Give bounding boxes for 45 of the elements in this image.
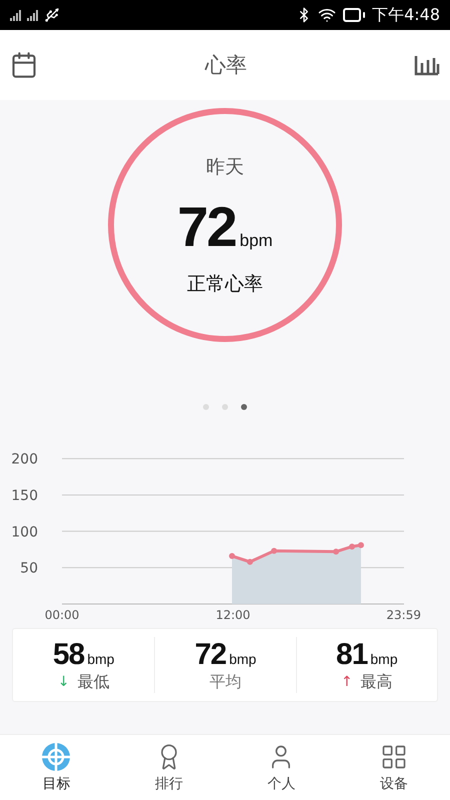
data-point <box>246 558 253 565</box>
data-point <box>333 548 340 555</box>
y-tick-label: 100 <box>11 524 38 540</box>
nav-tab[interactable]: 目标 <box>0 735 112 800</box>
bar-chart-icon[interactable] <box>414 54 440 76</box>
stat-label: 最低 <box>78 672 110 692</box>
y-tick-label: 50 <box>20 560 38 577</box>
calendar-icon[interactable] <box>10 51 38 79</box>
day-label: 昨天 <box>206 154 244 180</box>
nav-tab[interactable]: 排行 <box>112 735 225 800</box>
page-dot[interactable] <box>241 404 247 410</box>
data-point <box>271 548 278 554</box>
y-tick-label: 200 <box>11 452 38 468</box>
page-dot[interactable] <box>222 404 228 410</box>
data-point <box>229 553 235 560</box>
heart-rate-value: 72 <box>177 194 236 258</box>
x-tick-label: 12:00 <box>216 608 250 622</box>
data-point <box>358 542 364 548</box>
page-title: 心率 <box>205 52 247 79</box>
unit-label: bpm <box>240 230 273 250</box>
usb-icon <box>44 7 60 23</box>
page-dot[interactable] <box>203 404 209 410</box>
stat-value: 58 <box>52 638 84 672</box>
crosshair-icon <box>42 742 70 770</box>
nav-tab[interactable]: 个人 <box>225 735 338 800</box>
unit-label: bmp <box>229 650 256 666</box>
status-time: 下午4:48 <box>372 4 440 26</box>
stat-value: 81 <box>336 638 368 672</box>
y-tick-label: 150 <box>11 488 38 504</box>
wifi-icon <box>318 6 336 24</box>
unit-label: bmp <box>87 650 114 666</box>
status-label: 正常心率 <box>187 272 263 296</box>
x-tick-label: 00:00 <box>44 608 80 622</box>
arrow-icon: ↓ <box>58 674 70 690</box>
nav-tab[interactable]: 设备 <box>338 735 450 800</box>
signal-icon <box>27 10 38 20</box>
data-point <box>348 544 355 550</box>
stat-label: 平均 <box>209 672 242 692</box>
grid-icon <box>380 742 408 770</box>
x-tick-label: 23:59 <box>386 608 421 622</box>
unit-label: bmp <box>370 650 398 666</box>
stat-label: 最高 <box>360 672 393 692</box>
signal-icon <box>10 10 21 20</box>
arrow-icon: ↑ <box>340 674 353 690</box>
stat-value: 72 <box>194 638 226 672</box>
